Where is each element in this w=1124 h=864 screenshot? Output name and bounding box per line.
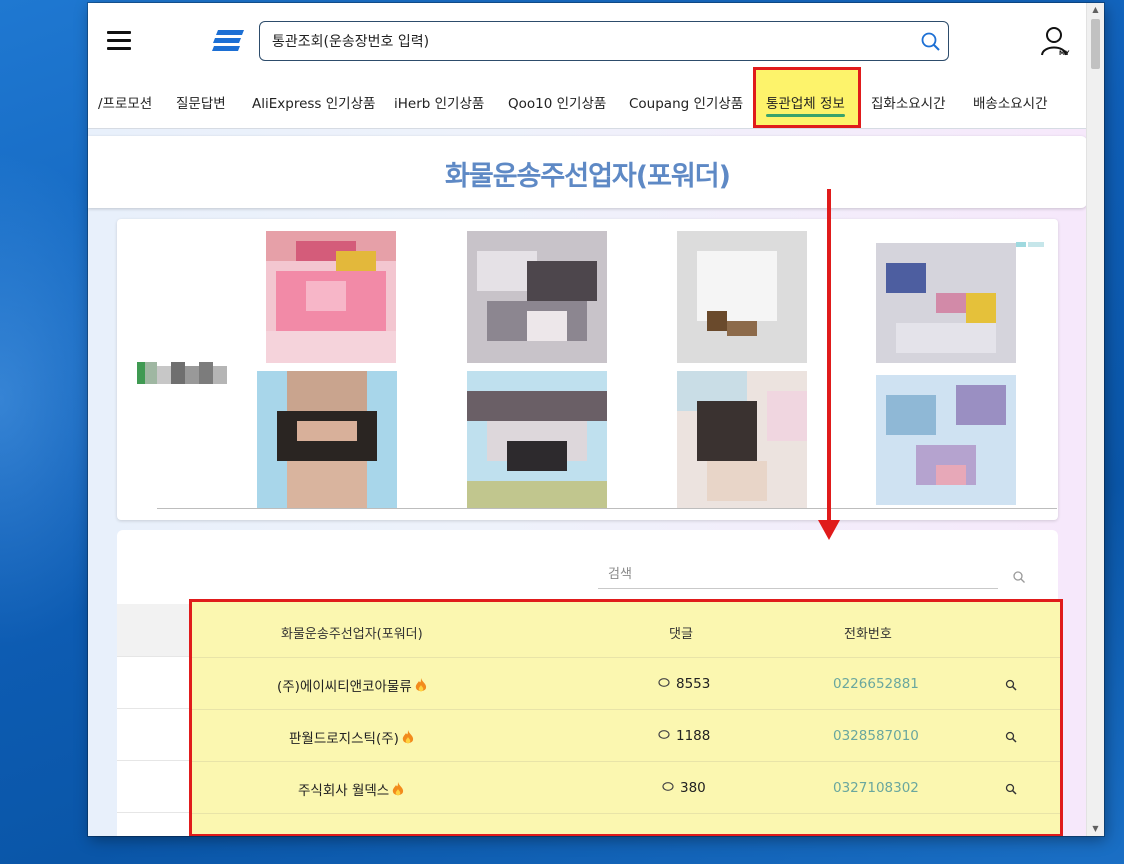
site-header: MY /프로모션 질문답변 AliExpress 인기상품 iHerb 인기상품…: [88, 3, 1087, 129]
nav-item-coupang[interactable]: Coupang 인기상품: [629, 92, 743, 112]
forwarder-name[interactable]: (주)에이씨티앤코아물류: [277, 679, 412, 695]
ad-product-image[interactable]: [467, 231, 607, 363]
search-icon[interactable]: [1012, 569, 1026, 583]
nav-item-qna[interactable]: 질문답변: [176, 92, 226, 112]
comment-icon: [658, 678, 670, 687]
main-nav: /프로모션 질문답변 AliExpress 인기상품 iHerb 인기상품 Qo…: [88, 92, 1087, 122]
column-header-phone[interactable]: 전화번호: [844, 623, 892, 642]
advertisement-banner[interactable]: [117, 219, 1058, 520]
column-header-forwarder[interactable]: 화물운송주선업자(포워더): [281, 623, 423, 642]
table-row-comments: 8553: [658, 676, 710, 692]
scroll-down-arrow-icon[interactable]: ▼: [1087, 822, 1104, 836]
table-row-name[interactable]: 주식회사 월덱스: [298, 779, 404, 799]
nav-item-promotion[interactable]: /프로모션: [98, 92, 152, 112]
scroll-up-arrow-icon[interactable]: ▲: [1087, 3, 1104, 17]
ad-product-image[interactable]: [467, 371, 607, 509]
tracking-search-input[interactable]: [270, 22, 914, 62]
comment-count: 1188: [676, 728, 711, 744]
list-search-box: [598, 557, 1025, 589]
table-row-name[interactable]: (주)에이씨티앤코아물류: [277, 675, 427, 695]
nav-item-aliexpress[interactable]: AliExpress 인기상품: [252, 92, 375, 112]
fire-icon: [415, 678, 426, 692]
page-content: MY /프로모션 질문답변 AliExpress 인기상품 iHerb 인기상품…: [88, 3, 1087, 836]
search-icon[interactable]: [1005, 783, 1017, 795]
tracking-search-box: [259, 21, 949, 62]
browser-window: MY /프로모션 질문답변 AliExpress 인기상품 iHerb 인기상품…: [88, 3, 1104, 836]
svg-text:MY: MY: [1059, 50, 1070, 57]
nav-item-qoo10[interactable]: Qoo10 인기상품: [508, 92, 606, 112]
ad-product-image[interactable]: [876, 243, 1016, 363]
comment-count: 380: [680, 780, 706, 796]
ad-divider: [157, 508, 1057, 509]
fire-icon: [402, 730, 414, 744]
ad-product-image[interactable]: [876, 375, 1016, 505]
list-search-input[interactable]: [606, 561, 970, 587]
search-icon[interactable]: [1005, 731, 1017, 743]
column-header-comments[interactable]: 댓글: [669, 623, 693, 642]
nav-item-iherb[interactable]: iHerb 인기상품: [394, 92, 484, 112]
page-title: 화물운송주선업자(포워더): [445, 161, 731, 192]
ad-choices-icon[interactable]: [1016, 237, 1046, 247]
comment-icon: [662, 782, 674, 791]
comment-count: 8553: [676, 676, 711, 692]
forwarder-name[interactable]: 주식회사 월덱스: [298, 783, 389, 799]
scroll-thumb[interactable]: [1091, 19, 1100, 69]
site-logo-icon[interactable]: [212, 30, 244, 56]
comment-icon: [658, 730, 670, 739]
table-row-phone[interactable]: 0327108302: [833, 780, 919, 796]
ad-product-image[interactable]: [677, 231, 807, 363]
ad-brand-logo: [137, 362, 227, 384]
search-icon[interactable]: [920, 31, 942, 53]
nav-item-pickup-time[interactable]: 집화소요시간: [871, 92, 946, 112]
search-icon[interactable]: [1005, 679, 1017, 691]
nav-item-customs-broker[interactable]: 통관업체 정보: [766, 92, 845, 112]
table-row-comments: 380: [662, 780, 706, 796]
fire-icon: [393, 782, 404, 796]
ad-product-image[interactable]: [677, 371, 807, 509]
ad-product-image[interactable]: [266, 231, 396, 363]
table-row-name[interactable]: 판월드로지스틱(주): [289, 727, 414, 747]
page-title-card: 화물운송주선업자(포워더): [88, 136, 1087, 208]
table-row-phone[interactable]: 0328587010: [833, 728, 919, 744]
table-row-phone[interactable]: 0226652881: [833, 676, 919, 692]
ad-product-image[interactable]: [257, 371, 397, 509]
nav-item-delivery-time[interactable]: 배송소요시간: [973, 92, 1048, 112]
user-my-icon[interactable]: MY: [1040, 25, 1074, 59]
table-row-comments: 1188: [658, 728, 710, 744]
vertical-scrollbar[interactable]: ▲ ▼: [1086, 3, 1104, 836]
forwarder-name[interactable]: 판월드로지스틱(주): [289, 731, 399, 747]
hamburger-menu-icon[interactable]: [107, 31, 131, 51]
